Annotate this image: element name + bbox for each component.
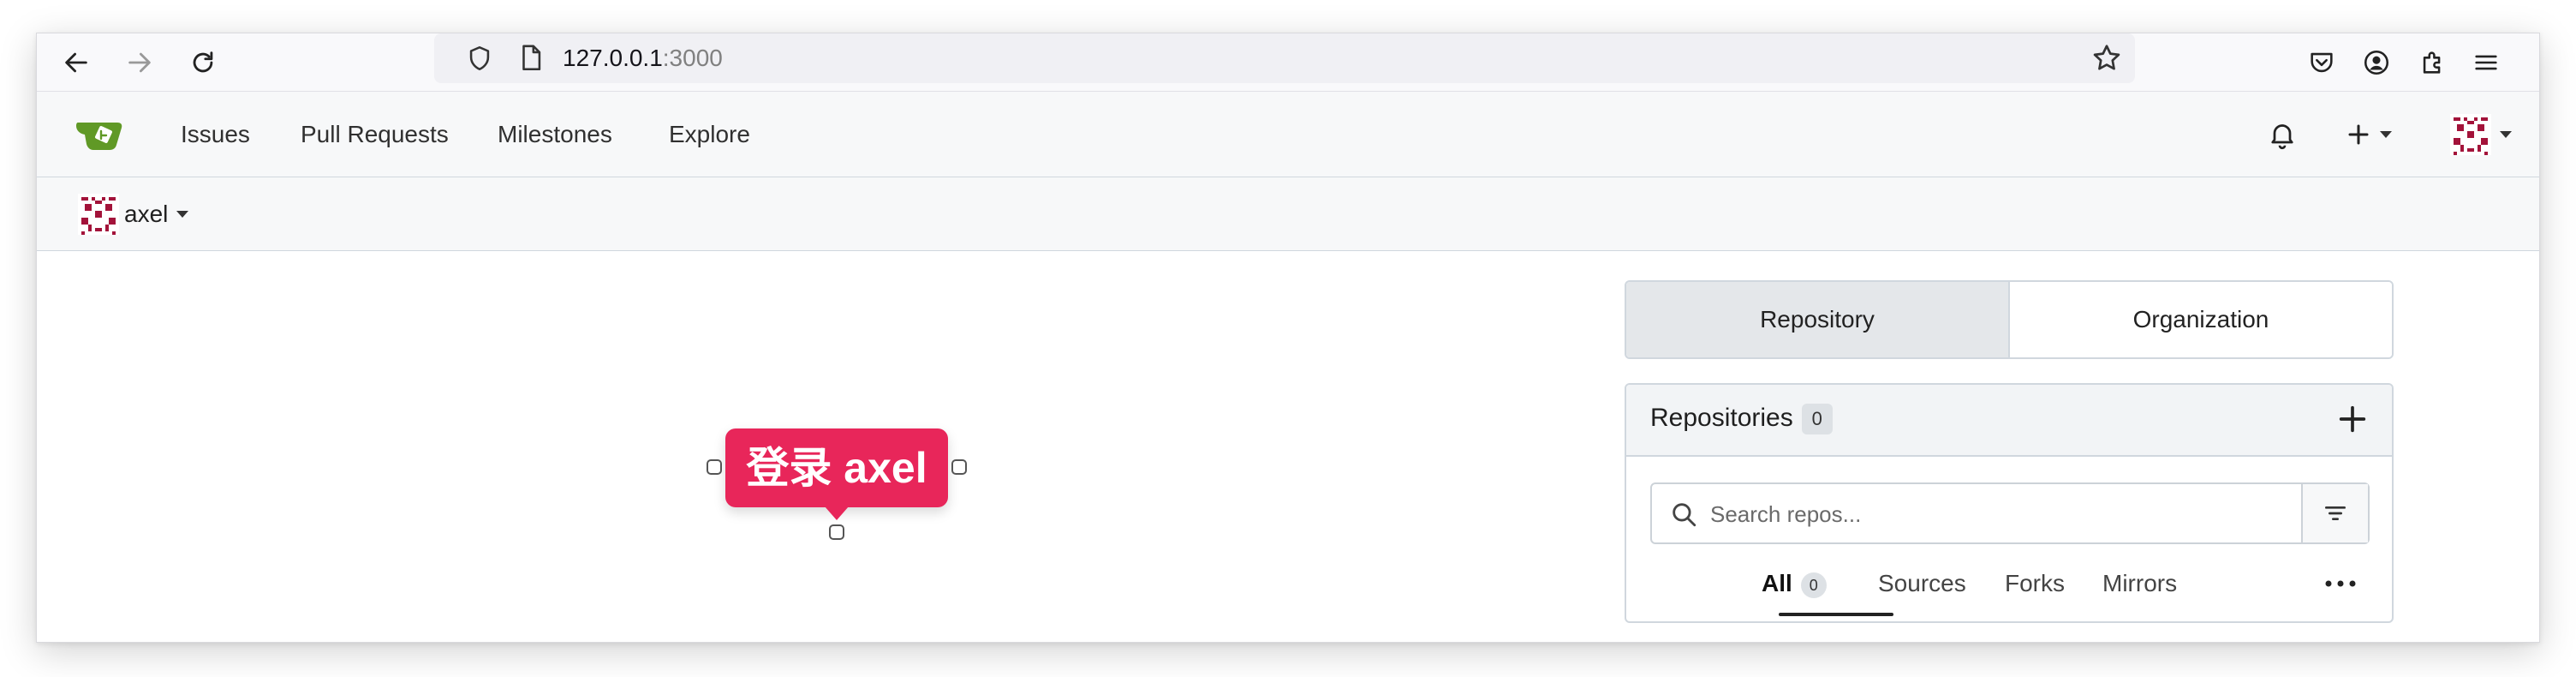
tab-organization[interactable]: Organization <box>2010 282 2392 357</box>
repo-filter-tabs: All 0 Sources Forks Mirrors <box>1626 556 2392 621</box>
bookmark-star-icon[interactable] <box>2090 42 2123 75</box>
context-username: axel <box>124 201 169 227</box>
pocket-icon[interactable] <box>2305 45 2339 80</box>
avatar <box>2450 114 2491 155</box>
gitea-logo-icon[interactable] <box>75 112 129 155</box>
menu-icon[interactable] <box>2469 45 2503 80</box>
reload-icon[interactable] <box>186 45 220 80</box>
nav-issues[interactable]: Issues <box>181 117 250 152</box>
caret-down-icon <box>2500 131 2512 138</box>
nav-explore[interactable]: Explore <box>669 117 750 152</box>
filter-tab-forks[interactable]: Forks <box>2005 565 2065 602</box>
plus-icon <box>2348 124 2369 145</box>
search-icon <box>1673 503 1696 527</box>
filter-tab-mirrors[interactable]: Mirrors <box>2102 565 2177 602</box>
nav-milestones[interactable]: Milestones <box>498 117 612 152</box>
back-icon[interactable] <box>59 45 93 80</box>
create-new-button[interactable] <box>2346 114 2392 155</box>
bell-icon <box>2271 124 2293 150</box>
repo-search-input[interactable] <box>1710 500 2275 529</box>
page-icon <box>522 45 541 71</box>
browser-window: 127.0.0.1:3000 Issues Pull Requests Mile… <box>36 33 2540 643</box>
tab-repository[interactable]: Repository <box>1626 282 2010 357</box>
active-tab-underline <box>1779 613 1893 616</box>
main-navbar: Issues Pull Requests Milestones Explore <box>37 92 2539 177</box>
url-bar[interactable]: 127.0.0.1:3000 <box>434 33 2135 83</box>
forward-icon[interactable] <box>122 45 157 80</box>
context-switcher[interactable]: axel <box>78 194 189 235</box>
filter-button[interactable] <box>2301 484 2368 542</box>
user-menu-button[interactable] <box>2450 114 2512 155</box>
notifications-button[interactable] <box>2267 114 2298 155</box>
browser-toolbar: 127.0.0.1:3000 <box>37 33 2539 92</box>
repositories-panel: Repositories0 All0 Sources Forks Mirrors <box>1625 383 2394 623</box>
resize-handle-left[interactable] <box>707 459 722 475</box>
account-icon[interactable] <box>2359 45 2394 80</box>
more-options-icon[interactable] <box>2323 575 2358 592</box>
nav-pull-requests[interactable]: Pull Requests <box>301 117 449 152</box>
add-repository-icon[interactable] <box>2335 402 2370 436</box>
shield-icon[interactable] <box>465 44 494 73</box>
caret-down-icon <box>176 211 189 218</box>
url-text[interactable]: 127.0.0.1:3000 <box>563 44 723 73</box>
filter-all-count: 0 <box>1800 572 1827 598</box>
annotation-tail <box>825 506 849 520</box>
filter-tab-sources[interactable]: Sources <box>1878 565 1966 602</box>
avatar <box>78 194 119 235</box>
caret-down-icon <box>2380 131 2392 138</box>
extensions-icon[interactable] <box>2416 45 2450 80</box>
repo-search-box <box>1650 482 2370 544</box>
filter-icon <box>2325 506 2346 520</box>
repositories-header: Repositories 0 <box>1626 385 2392 457</box>
resize-handle-right[interactable] <box>951 459 967 475</box>
repositories-title: Repositories 0 <box>1650 404 1833 435</box>
context-bar: axel <box>37 177 2539 251</box>
resize-handle-bottom[interactable] <box>829 524 844 540</box>
filter-tab-all[interactable]: All 0 <box>1762 565 1827 602</box>
annotation-label: 登录 axel <box>725 428 948 507</box>
dashboard-switcher: Repository Organization <box>1625 280 2394 359</box>
repositories-count-badge: 0 <box>1801 404 1833 435</box>
